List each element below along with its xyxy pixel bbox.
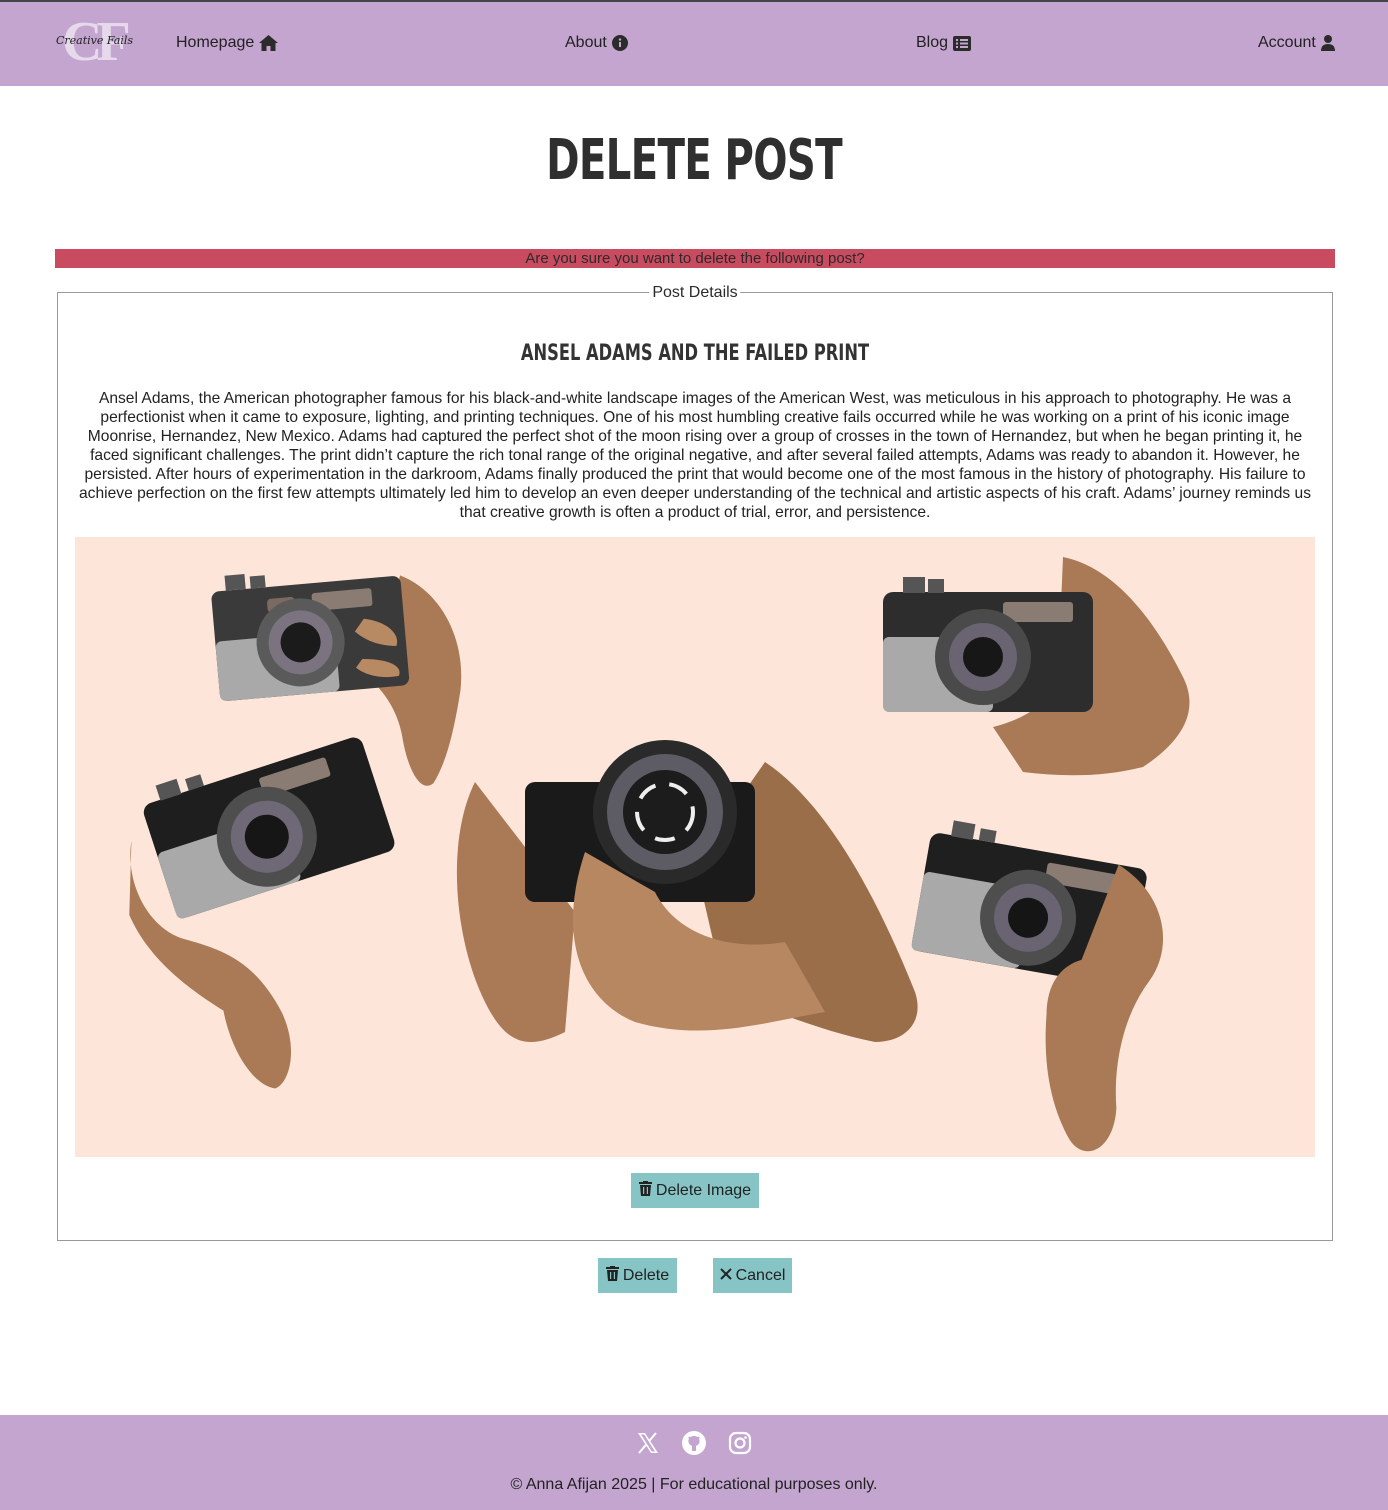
cancel-button[interactable]: Cancel [713, 1258, 792, 1293]
delete-warning-banner: Are you sure you want to delete the foll… [55, 249, 1335, 268]
nav-account-label: Account [1258, 34, 1316, 51]
home-icon [259, 35, 279, 51]
site-logo[interactable]: CF Creative Fails [56, 11, 146, 73]
post-body: Ansel Adams, the American photographer f… [79, 390, 1311, 521]
close-icon [719, 1267, 732, 1285]
nav-homepage-link[interactable]: Homepage [176, 34, 279, 52]
nav-about-label: About [565, 34, 607, 51]
nav-blog-link[interactable]: Blog [916, 34, 972, 52]
post-image [75, 537, 1315, 1157]
nav-account-link[interactable]: Account [1258, 34, 1335, 52]
x-twitter-icon[interactable] [636, 1431, 660, 1455]
cancel-label: Cancel [735, 1266, 786, 1284]
delete-image-button[interactable]: Delete Image [631, 1173, 759, 1208]
nav-about-link[interactable]: About [565, 34, 628, 52]
trash-icon [605, 1265, 619, 1286]
trash-icon [638, 1180, 652, 1201]
nav-blog-label: Blog [916, 34, 949, 51]
navbar: CF Creative Fails Homepage About Blog Ac… [0, 2, 1388, 86]
delete-post-button[interactable]: Delete [598, 1258, 677, 1293]
copyright-text: © Anna Afijan 2025 | For educational pur… [510, 1476, 878, 1493]
list-alt-icon [953, 35, 972, 51]
delete-label: Delete [622, 1266, 670, 1284]
delete-image-label: Delete Image [655, 1181, 752, 1199]
post-title: ANSEL ADAMS AND THE FAILED PRINT [520, 341, 870, 366]
social-links [0, 1431, 1388, 1455]
footer: © Anna Afijan 2025 | For educational pur… [0, 1415, 1388, 1510]
logo-script: Creative Fails [56, 34, 134, 47]
hands-holding-cameras-illustration [129, 557, 1190, 1152]
post-details-legend: Post Details [649, 284, 741, 302]
instagram-icon[interactable] [728, 1431, 752, 1455]
page-title: DELETE POST [546, 128, 843, 193]
nav-homepage-label: Homepage [176, 34, 255, 51]
post-details-fieldset: Post Details ANSEL ADAMS AND THE FAILED … [57, 284, 1333, 1241]
github-icon[interactable] [682, 1431, 706, 1455]
user-icon [1320, 35, 1335, 51]
info-circle-icon [611, 35, 628, 51]
